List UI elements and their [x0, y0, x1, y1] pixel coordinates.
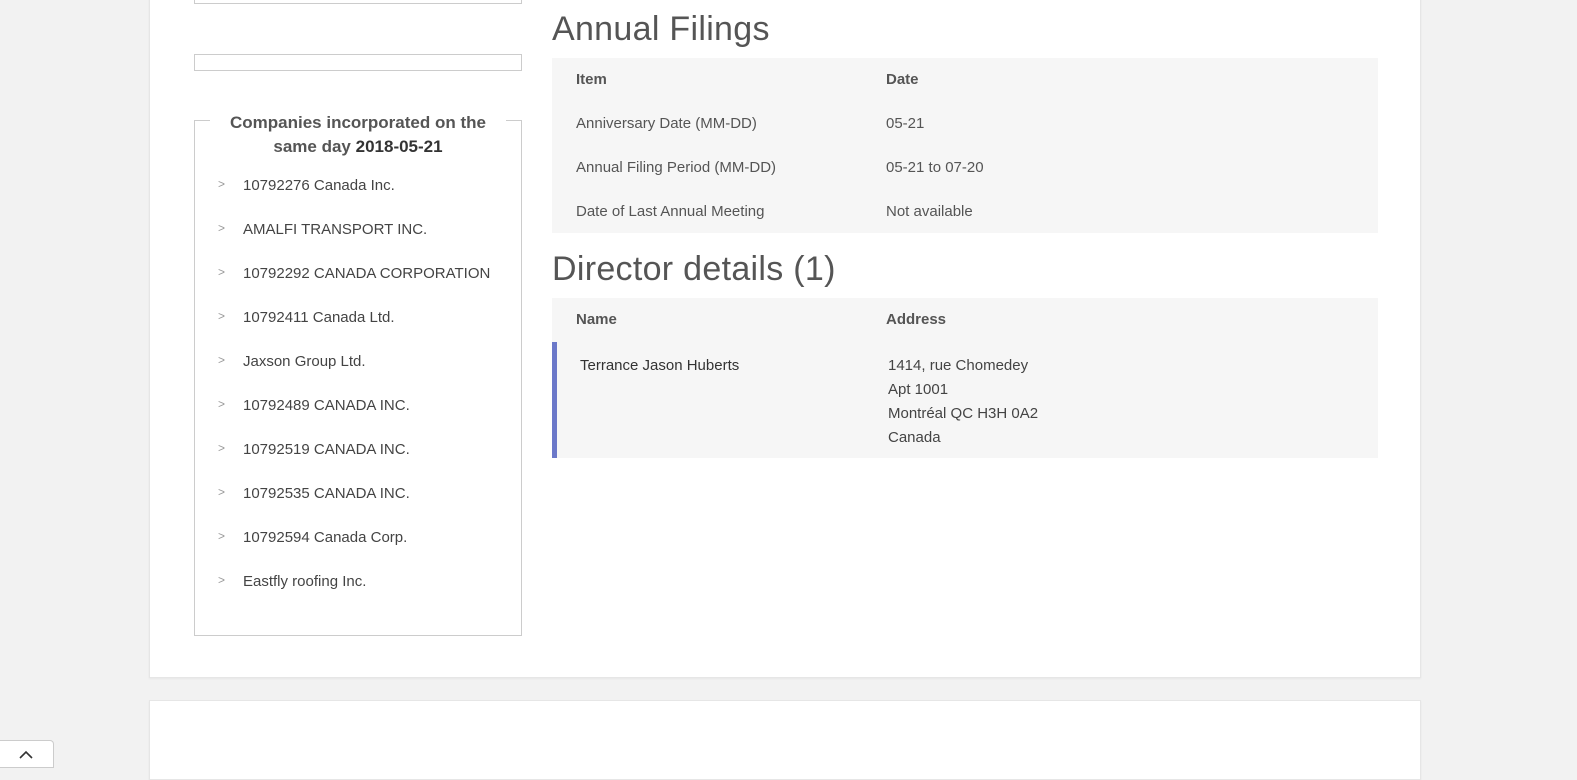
company-link[interactable]: >10792489 CANADA INC.: [214, 394, 514, 418]
chevron-right-icon: >: [218, 353, 226, 367]
address-line: 1414, rue Chomedey: [888, 357, 1029, 374]
same-day-companies-title: Companies incorporated on the same day 2…: [210, 111, 506, 159]
company-link[interactable]: >10792519 CANADA INC.: [214, 438, 514, 462]
address-line: Canada: [888, 429, 941, 446]
chevron-right-icon: >: [218, 441, 226, 455]
company-link[interactable]: > Eastfly roofing Inc.: [214, 570, 514, 594]
company-link[interactable]: >10792411 Canada Ltd.: [214, 306, 514, 330]
director-row: Terrance Jason Huberts 1414, rue Chomede…: [552, 342, 1378, 458]
table-row: Anniversary Date (MM-DD) 05-21: [552, 102, 1378, 146]
chevron-right-icon: >: [218, 177, 226, 191]
table-row: Date of Last Annual Meeting Not availabl…: [552, 190, 1378, 234]
director-name: Terrance Jason Huberts: [580, 357, 740, 374]
filing-date: 05-21 to 07-20: [886, 159, 984, 176]
col-item-header: Item: [576, 71, 607, 88]
chevron-right-icon: >: [218, 265, 226, 279]
address-line: Apt 1001: [888, 381, 949, 398]
filing-item: Date of Last Annual Meeting: [576, 203, 765, 220]
chevron-right-icon: >: [218, 221, 226, 235]
filing-date: Not available: [886, 203, 973, 220]
col-name-header: Name: [576, 311, 617, 328]
company-link[interactable]: >10792594 Canada Corp.: [214, 526, 514, 550]
filing-item: Anniversary Date (MM-DD): [576, 115, 757, 132]
company-link[interactable]: > Jaxson Group Ltd.: [214, 350, 514, 374]
scroll-to-top-button[interactable]: [0, 740, 54, 768]
chevron-right-icon: >: [218, 573, 226, 587]
chevron-right-icon: >: [218, 529, 226, 543]
filing-date: 05-21: [886, 115, 925, 132]
company-link[interactable]: >10792535 CANADA INC.: [214, 482, 514, 506]
company-link[interactable]: >10792276 Canada Inc.: [214, 174, 514, 198]
filing-item: Annual Filing Period (MM-DD): [576, 159, 777, 176]
annual-filings-heading: Annual Filings: [552, 10, 770, 48]
chevron-up-icon: [19, 750, 33, 759]
col-date-header: Date: [886, 71, 919, 88]
address-line: Montréal QC H3H 0A2: [888, 405, 1039, 422]
next-card: [149, 700, 1421, 780]
annual-filings-table: Item Date Anniversary Date (MM-DD) 05-21…: [552, 58, 1378, 233]
table-row: Annual Filing Period (MM-DD) 05-21 to 07…: [552, 146, 1378, 190]
director-table: Name Address Terrance Jason Huberts 1414…: [552, 298, 1378, 458]
sidebar-box-top: [194, 0, 522, 4]
chevron-right-icon: >: [218, 309, 226, 323]
director-details-heading: Director details (1): [552, 250, 836, 288]
legend-date: 2018-05-21: [355, 137, 443, 156]
company-link[interactable]: > AMALFI TRANSPORT INC.: [214, 218, 514, 242]
director-address: 1414, rue Chomedey Apt 1001 Montréal QC …: [888, 354, 1038, 450]
table-header-row: Item Date: [552, 58, 1378, 102]
company-link[interactable]: >10792292 CANADA CORPORATION: [214, 262, 514, 286]
table-header-row: Name Address: [552, 298, 1378, 342]
chevron-right-icon: >: [218, 485, 226, 499]
chevron-right-icon: >: [218, 397, 226, 411]
company-list: >10792276 Canada Inc. > AMALFI TRANSPORT …: [214, 174, 514, 614]
col-address-header: Address: [886, 311, 947, 328]
sidebar-box-empty: [194, 54, 522, 71]
